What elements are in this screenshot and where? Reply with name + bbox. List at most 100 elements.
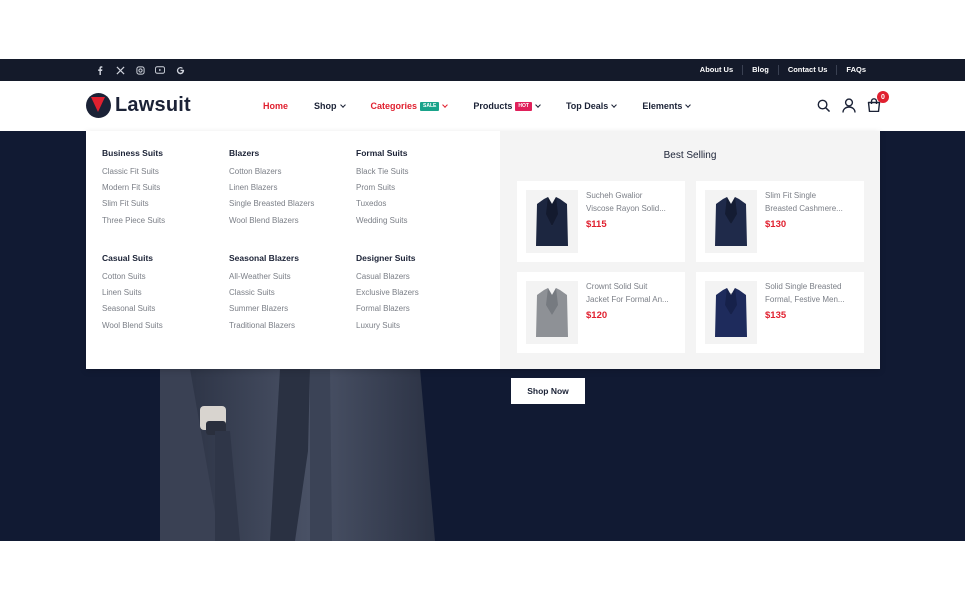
menu-link[interactable]: Wool Blend Blazers [229, 216, 354, 225]
menu-link[interactable]: Formal Blazers [356, 304, 481, 313]
chevron-down-icon [535, 102, 541, 108]
user-icon[interactable] [841, 97, 856, 113]
product-name-line: Formal, Festive Men... [765, 294, 845, 304]
menu-link[interactable]: Slim Fit Suits [102, 199, 227, 208]
menu-link[interactable]: Summer Blazers [229, 304, 354, 313]
product-image[interactable] [526, 281, 578, 344]
menu-link[interactable]: Black Tie Suits [356, 167, 481, 176]
instagram-icon[interactable] [130, 59, 150, 81]
menu-link[interactable]: Prom Suits [356, 183, 481, 192]
nav-shop[interactable]: Shop [314, 101, 346, 111]
nav-shop-label: Shop [314, 101, 337, 111]
product-card[interactable]: Crownt Solid Suit Jacket For Formal An..… [517, 272, 685, 353]
product-name-line: Solid Single Breasted [765, 282, 842, 291]
menu-link[interactable]: Tuxedos [356, 199, 481, 208]
product-price: $115 [586, 219, 607, 230]
x-icon[interactable] [110, 59, 130, 81]
product-card[interactable]: Slim Fit Single Breasted Cashmere... $13… [696, 181, 864, 262]
nav-elements-label: Elements [642, 101, 683, 111]
cart-icon[interactable]: 0 [866, 91, 889, 113]
menu-column-heading[interactable]: Blazers [229, 148, 354, 158]
hot-badge: HOT [515, 101, 532, 111]
chevron-down-icon [611, 102, 618, 108]
chevron-down-icon [339, 102, 346, 108]
brand-logo[interactable]: Lawsuit [86, 93, 191, 118]
menu-link[interactable]: Wedding Suits [356, 216, 481, 225]
menu-column-business-suits: Business Suits Classic Fit Suits Modern … [102, 148, 227, 232]
shop-now-button[interactable]: Shop Now [511, 378, 585, 404]
header-actions: 0 [816, 91, 889, 113]
nav-home[interactable]: Home [263, 101, 288, 111]
nav-products[interactable]: Products HOT [473, 101, 541, 111]
categories-mega-menu: Business Suits Classic Fit Suits Modern … [86, 131, 880, 369]
nav-products-label: Products [473, 101, 513, 111]
product-name[interactable]: Sucheh Gwalior Viscose Rayon Solid... [586, 190, 678, 215]
menu-link[interactable]: Single Breasted Blazers [229, 199, 354, 208]
menu-column-heading[interactable]: Designer Suits [356, 253, 481, 263]
brand-name: Lawsuit [115, 94, 191, 116]
menu-link[interactable]: Cotton Suits [102, 272, 227, 281]
cart-count-badge: 0 [877, 91, 889, 103]
product-name-line: Breasted Cashmere... [765, 203, 843, 213]
product-name-line: Slim Fit Single [765, 191, 817, 200]
product-image[interactable] [705, 281, 757, 344]
nav-elements[interactable]: Elements [642, 101, 692, 111]
menu-link[interactable]: Exclusive Blazers [356, 288, 481, 297]
nav-top-deals-label: Top Deals [565, 101, 609, 111]
best-selling-panel: Best Selling Sucheh Gwalior Viscose Rayo… [500, 131, 880, 369]
menu-link[interactable]: Linen Suits [102, 288, 227, 297]
social-links [90, 59, 190, 81]
menu-link[interactable]: Three Piece Suits [102, 216, 227, 225]
menu-link[interactable]: Seasonal Suits [102, 304, 227, 313]
suit-jacket-icon [536, 196, 568, 246]
menu-link[interactable]: Wool Blend Suits [102, 321, 227, 330]
facebook-icon[interactable] [90, 59, 110, 81]
google-icon[interactable] [170, 59, 190, 81]
menu-column-heading[interactable]: Business Suits [102, 148, 227, 158]
menu-link[interactable]: Modern Fit Suits [102, 183, 227, 192]
product-image[interactable] [526, 190, 578, 253]
product-card[interactable]: Sucheh Gwalior Viscose Rayon Solid... $1… [517, 181, 685, 262]
menu-column-designer-suits: Designer Suits Casual Blazers Exclusive … [356, 253, 481, 337]
menu-column-blazers: Blazers Cotton Blazers Linen Blazers Sin… [229, 148, 354, 232]
faqs-link[interactable]: FAQs [836, 65, 875, 75]
menu-column-heading[interactable]: Casual Suits [102, 253, 227, 263]
top-links: About Us Blog Contact Us FAQs [691, 59, 875, 81]
main-header: Lawsuit Home Shop Categories SALE Produc… [0, 81, 965, 131]
nav-categories[interactable]: Categories SALE [371, 101, 449, 111]
suit-jacket-icon [715, 196, 747, 246]
nav-top-deals[interactable]: Top Deals [565, 101, 618, 111]
menu-column-heading[interactable]: Seasonal Blazers [229, 253, 354, 263]
product-name[interactable]: Solid Single Breasted Formal, Festive Me… [765, 281, 857, 306]
product-name[interactable]: Crownt Solid Suit Jacket For Formal An..… [586, 281, 678, 306]
product-name-line: Viscose Rayon Solid... [586, 203, 666, 213]
about-us-link[interactable]: About Us [691, 65, 742, 75]
blog-link[interactable]: Blog [742, 65, 778, 75]
product-image[interactable] [705, 190, 757, 253]
product-name-line: Sucheh Gwalior [586, 191, 643, 200]
menu-link[interactable]: Traditional Blazers [229, 321, 354, 330]
youtube-icon[interactable] [150, 59, 170, 81]
menu-link[interactable]: Linen Blazers [229, 183, 354, 192]
top-bar: About Us Blog Contact Us FAQs [0, 59, 965, 81]
menu-link[interactable]: Cotton Blazers [229, 167, 354, 176]
chevron-down-icon [442, 102, 449, 108]
menu-link[interactable]: Classic Suits [229, 288, 354, 297]
product-name-line: Jacket For Formal An... [586, 294, 669, 304]
product-price: $120 [586, 310, 608, 321]
category-columns: Business Suits Classic Fit Suits Modern … [86, 131, 500, 369]
suit-jacket-icon [715, 287, 747, 337]
menu-column-heading[interactable]: Formal Suits [356, 148, 481, 158]
search-icon[interactable] [816, 97, 831, 113]
contact-us-link[interactable]: Contact Us [777, 65, 837, 75]
product-card[interactable]: Solid Single Breasted Formal, Festive Me… [696, 272, 864, 353]
suit-jacket-icon [536, 287, 568, 337]
menu-column-seasonal-blazers: Seasonal Blazers All-Weather Suits Class… [229, 253, 354, 337]
product-name[interactable]: Slim Fit Single Breasted Cashmere... [765, 190, 857, 215]
menu-link[interactable]: Luxury Suits [356, 321, 481, 330]
menu-link[interactable]: Classic Fit Suits [102, 167, 227, 176]
menu-link[interactable]: Casual Blazers [356, 272, 481, 281]
menu-column-casual-suits: Casual Suits Cotton Suits Linen Suits Se… [102, 253, 227, 337]
menu-link[interactable]: All-Weather Suits [229, 272, 354, 281]
product-price: $130 [765, 219, 787, 230]
